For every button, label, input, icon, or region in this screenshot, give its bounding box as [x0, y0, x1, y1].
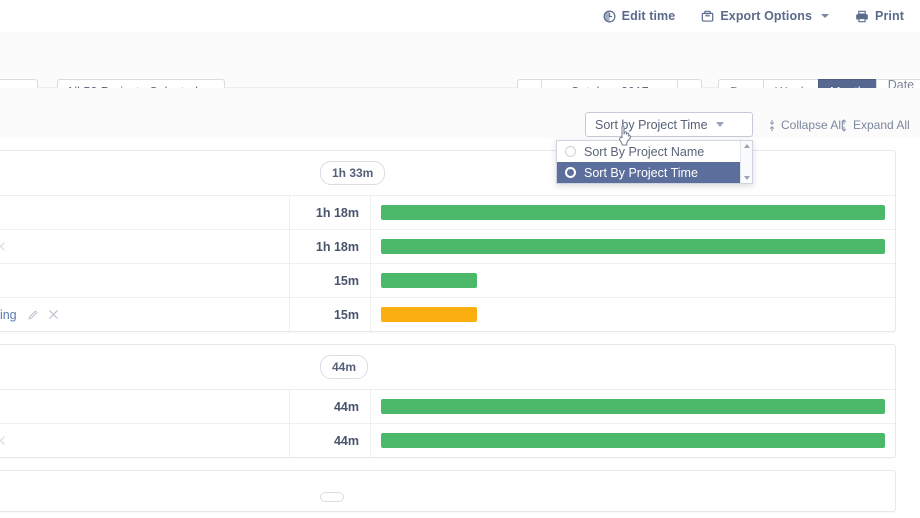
- sort-by-value: Sort by Project Time: [595, 117, 708, 132]
- dropdown-scrollbar[interactable]: [740, 141, 752, 183]
- edit-time-button[interactable]: Edit time: [603, 9, 676, 23]
- filter-bar: All 58 Projects Selected October, 2017 D…: [0, 32, 920, 106]
- project-group-card: 1h 33m 1h 18m 1h 18m 15m ing 15m: [0, 150, 896, 332]
- row-name-cell: [0, 230, 290, 263]
- group-header[interactable]: 1h 33m: [0, 151, 895, 196]
- top-action-bar: Edit time Export Options Print: [0, 0, 920, 32]
- expand-all-label: Expand All: [853, 118, 910, 132]
- row-bar-cell: [371, 298, 895, 331]
- group-total-badge: [320, 492, 344, 502]
- row-bar-cell: [371, 264, 895, 297]
- row-actions: [0, 435, 6, 446]
- table-row[interactable]: hing 15m: [0, 298, 895, 331]
- row-name-cell: [0, 390, 290, 423]
- expand-all-button[interactable]: Expand All: [840, 118, 910, 132]
- row-actions: [27, 309, 59, 321]
- dropdown-option-label: Sort By Project Name: [584, 144, 705, 159]
- radio-selected-icon: [565, 167, 576, 178]
- close-icon[interactable]: [0, 241, 6, 252]
- timesheet-report-screen: Edit time Export Options Print All 58 Pr…: [0, 0, 920, 518]
- row-name-cell: hing: [0, 298, 290, 331]
- close-icon[interactable]: [48, 309, 59, 320]
- row-bar-cell: [371, 424, 895, 457]
- printer-icon: [855, 10, 869, 23]
- print-button[interactable]: Print: [855, 9, 904, 23]
- row-time: 44m: [290, 390, 371, 423]
- report-groups-list: 1h 33m 1h 18m 1h 18m 15m ing 15m 44m 44m…: [0, 150, 920, 518]
- scroll-up-icon[interactable]: [743, 144, 750, 148]
- group-total-badge: 1h 33m: [320, 161, 386, 185]
- chevron-down-icon: [715, 122, 724, 127]
- collapse-all-button[interactable]: Collapse All: [768, 118, 844, 132]
- sort-by-select[interactable]: Sort by Project Time: [585, 112, 753, 137]
- row-bar-cell: [371, 390, 895, 423]
- group-total-badge: 44m: [320, 355, 369, 379]
- table-row[interactable]: 44m: [0, 390, 895, 424]
- row-actions: [0, 241, 6, 252]
- row-name-cell: [0, 424, 290, 457]
- row-bar-cell: [371, 230, 895, 263]
- table-row[interactable]: 15m: [0, 264, 895, 298]
- dropdown-option-sort-by-project-name[interactable]: Sort By Project Name: [557, 141, 752, 162]
- row-time: 44m: [290, 424, 371, 457]
- row-time: 15m: [290, 298, 371, 331]
- table-row[interactable]: 44m: [0, 424, 895, 457]
- collapse-icon: [768, 119, 776, 132]
- export-icon: [701, 10, 714, 23]
- row-bar-cell: [371, 196, 895, 229]
- export-options-label: Export Options: [720, 9, 813, 23]
- row-time: 1h 18m: [290, 196, 371, 229]
- row-name[interactable]: hing: [0, 308, 17, 322]
- project-group-card: 44m 44m 44m: [0, 344, 896, 458]
- pencil-icon[interactable]: [27, 309, 39, 321]
- row-bar: [381, 433, 885, 448]
- project-group-card: [0, 470, 896, 512]
- table-row[interactable]: 1h 18m: [0, 196, 895, 230]
- table-row[interactable]: 1h 18m: [0, 230, 895, 264]
- group-header[interactable]: [0, 471, 895, 515]
- print-label: Print: [875, 9, 904, 23]
- row-time: 15m: [290, 264, 371, 297]
- row-bar: [381, 205, 885, 220]
- row-bar: [381, 307, 477, 322]
- row-bar: [381, 273, 477, 288]
- expand-icon: [840, 118, 848, 132]
- row-bar: [381, 399, 885, 414]
- sort-by-dropdown-menu: Sort By Project Name Sort By Project Tim…: [556, 140, 753, 184]
- clock-icon: [603, 10, 616, 23]
- row-bar: [381, 239, 885, 254]
- scroll-down-icon[interactable]: [743, 176, 750, 180]
- collapse-all-label: Collapse All: [781, 118, 844, 132]
- dropdown-option-label: Sort By Project Time: [584, 165, 698, 180]
- export-options-button[interactable]: Export Options: [701, 9, 830, 23]
- row-name-cell: [0, 196, 290, 229]
- edit-time-label: Edit time: [621, 9, 676, 23]
- chevron-down-icon: [821, 14, 830, 18]
- row-name-cell: [0, 264, 290, 297]
- radio-icon: [565, 146, 576, 157]
- close-icon[interactable]: [0, 435, 6, 446]
- dropdown-option-sort-by-project-time[interactable]: Sort By Project Time: [557, 162, 752, 183]
- row-time: 1h 18m: [290, 230, 371, 263]
- group-header[interactable]: 44m: [0, 345, 895, 390]
